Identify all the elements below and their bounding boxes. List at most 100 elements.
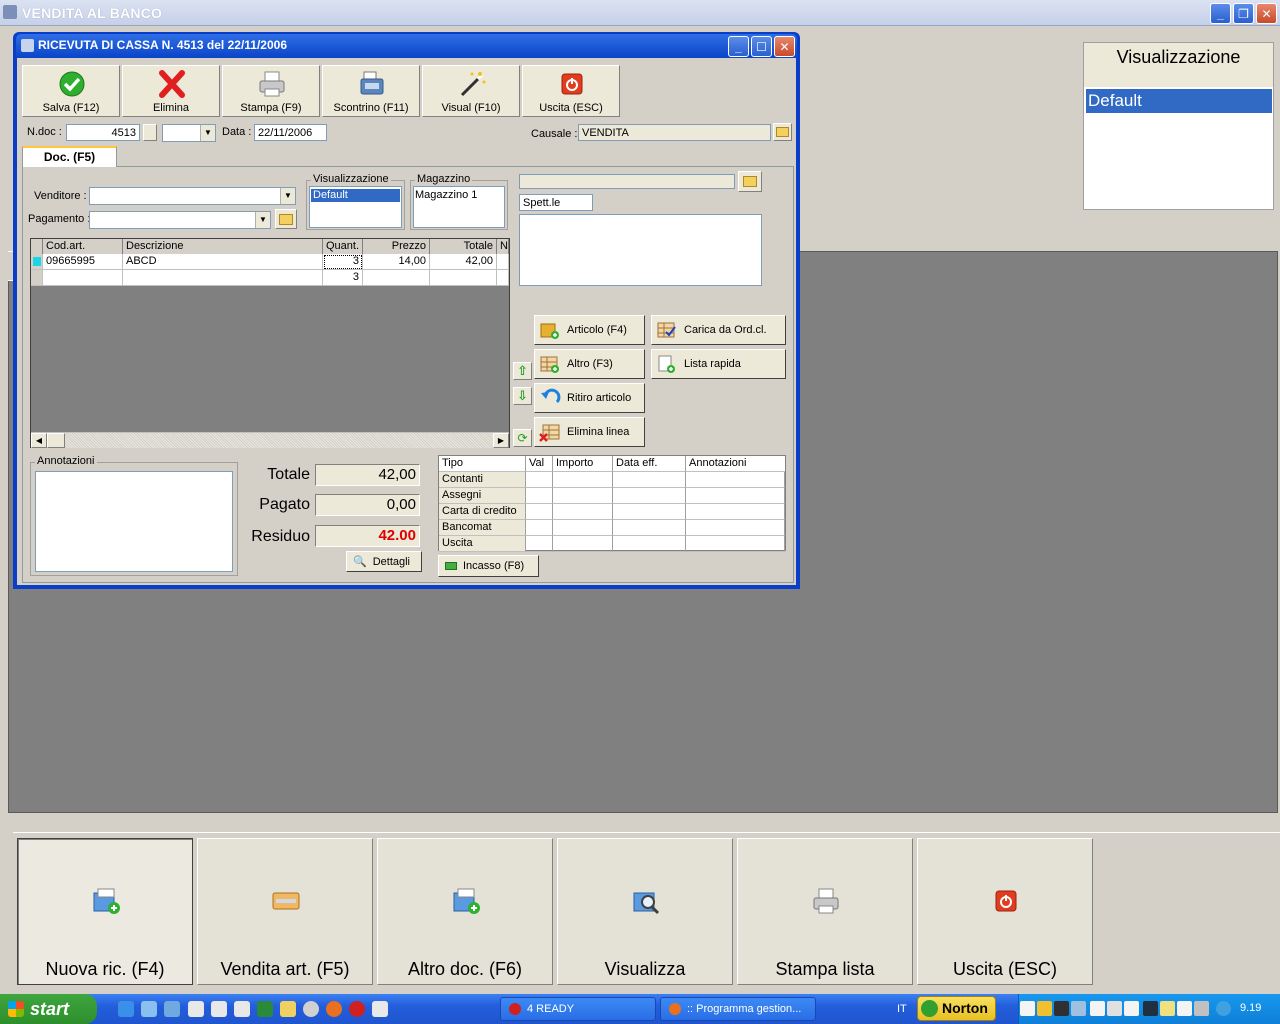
- pay-cell[interactable]: [686, 488, 785, 504]
- cell-qty[interactable]: 3: [323, 254, 363, 270]
- visualizzazione-default-item[interactable]: Default: [1086, 89, 1272, 113]
- pay-cell[interactable]: [613, 520, 686, 536]
- tray-icon[interactable]: [1071, 1001, 1086, 1016]
- tray-icon[interactable]: [1090, 1001, 1105, 1016]
- pay-cell[interactable]: [553, 504, 613, 520]
- firefox-icon[interactable]: [326, 1001, 342, 1017]
- pay-cell[interactable]: [526, 520, 553, 536]
- grid-header-extra[interactable]: N: [497, 239, 509, 255]
- pay-cell[interactable]: [526, 536, 553, 552]
- scroll-left-icon[interactable]: ◀: [31, 433, 47, 448]
- norton-button[interactable]: Norton: [917, 996, 996, 1021]
- causale-folder-button[interactable]: [773, 123, 792, 141]
- pay-cell[interactable]: [553, 472, 613, 488]
- cell-descr[interactable]: [123, 270, 323, 286]
- ndoc-suffix-button[interactable]: [143, 124, 157, 141]
- excel-icon[interactable]: [257, 1001, 273, 1017]
- visualizzazione-list-item[interactable]: Default: [311, 189, 400, 202]
- cell-extra[interactable]: [497, 270, 509, 286]
- carica-ordcl-button[interactable]: Carica da Ord.cl.: [651, 315, 786, 345]
- visualizza-button[interactable]: Visualizza: [557, 838, 733, 985]
- visual-button[interactable]: Visual (F10): [422, 65, 520, 117]
- grid-header-qty[interactable]: Quant.: [323, 239, 363, 255]
- explorer-icon[interactable]: [164, 1001, 180, 1017]
- pay-cell[interactable]: [686, 536, 785, 552]
- dialog-close-icon[interactable]: ✕: [774, 36, 795, 57]
- cell-total[interactable]: 42,00: [430, 254, 497, 270]
- elimina-button[interactable]: Elimina: [122, 65, 220, 117]
- articolo-button[interactable]: Articolo (F4): [534, 315, 645, 345]
- pay-cell[interactable]: [686, 504, 785, 520]
- pay-cell[interactable]: [553, 536, 613, 552]
- grid-horizontal-scrollbar[interactable]: ◀ ▶: [31, 432, 509, 448]
- cell-cod[interactable]: [43, 270, 123, 286]
- dettagli-button[interactable]: 🔍 Dettagli: [346, 551, 422, 572]
- grid-header-cod[interactable]: Cod.art.: [43, 239, 123, 255]
- stampa-lista-button[interactable]: Stampa lista: [737, 838, 913, 985]
- start-button[interactable]: start: [0, 994, 97, 1024]
- grid-header-total[interactable]: Totale: [430, 239, 497, 255]
- cell-extra[interactable]: [497, 254, 509, 270]
- cell-price[interactable]: [363, 270, 430, 286]
- pay-cell[interactable]: [613, 536, 686, 552]
- data-field[interactable]: 22/11/2006: [254, 124, 327, 141]
- ie-icon[interactable]: [118, 1001, 134, 1017]
- altro-doc-button[interactable]: Altro doc. (F6): [377, 838, 553, 985]
- magazzino-list-item[interactable]: Magazzino 1: [415, 189, 477, 201]
- annotazioni-textarea[interactable]: [35, 471, 233, 572]
- customer-address-area[interactable]: [519, 214, 762, 286]
- cell-price[interactable]: 14,00: [363, 254, 430, 270]
- dialog-maximize-icon[interactable]: ☐: [751, 36, 772, 57]
- tray-icon[interactable]: [1054, 1001, 1069, 1016]
- pagamento-combo[interactable]: ▼: [89, 211, 271, 229]
- cell-cod[interactable]: 09665995: [43, 254, 123, 270]
- scroll-thumb[interactable]: [47, 433, 65, 448]
- altro-button[interactable]: Altro (F3): [534, 349, 645, 379]
- salva-button[interactable]: Salva (F12): [22, 65, 120, 117]
- vendita-art-button[interactable]: Vendita art. (F5): [197, 838, 373, 985]
- scontrino-button[interactable]: Scontrino (F11): [322, 65, 420, 117]
- elimina-linea-button[interactable]: Elimina linea: [534, 417, 645, 447]
- customer-prefix-field[interactable]: Spett.le: [519, 194, 593, 211]
- lista-rapida-button[interactable]: Lista rapida: [651, 349, 786, 379]
- ndoc-field[interactable]: 4513: [66, 124, 140, 141]
- nuova-ric-button[interactable]: Nuova ric. (F4): [17, 838, 193, 985]
- customer-folder-button[interactable]: [738, 171, 762, 192]
- tray-icon[interactable]: [1124, 1001, 1139, 1016]
- restore-icon[interactable]: ❐: [1233, 3, 1254, 24]
- customer-search-field[interactable]: [519, 174, 735, 189]
- move-row-down-button[interactable]: ⇩: [513, 387, 532, 405]
- uscita-esc-button[interactable]: Uscita (ESC): [917, 838, 1093, 985]
- cell-descr[interactable]: ABCD: [123, 254, 323, 270]
- tray-icon[interactable]: [1020, 1001, 1035, 1016]
- quicklaunch-doc-icon[interactable]: [211, 1001, 227, 1017]
- tray-icon[interactable]: [1194, 1001, 1209, 1016]
- scroll-right-icon[interactable]: ▶: [493, 433, 509, 448]
- folder-icon[interactable]: [280, 1001, 296, 1017]
- cell-total[interactable]: [430, 270, 497, 286]
- tray-icon[interactable]: [1216, 1001, 1231, 1016]
- quicklaunch-doc-icon[interactable]: [188, 1001, 204, 1017]
- pay-cell[interactable]: [526, 488, 553, 504]
- pay-cell[interactable]: [613, 472, 686, 488]
- stampa-button[interactable]: Stampa (F9): [222, 65, 320, 117]
- cell-qty[interactable]: 3: [323, 270, 363, 286]
- tray-icon[interactable]: [1037, 1001, 1052, 1016]
- media-icon[interactable]: [303, 1001, 319, 1017]
- pay-cell[interactable]: [686, 472, 785, 488]
- tab-doc[interactable]: Doc. (F5): [22, 146, 117, 167]
- move-row-up-button[interactable]: ⇧: [513, 362, 532, 380]
- pagamento-folder-button[interactable]: [275, 209, 297, 229]
- taskbar-item-programma[interactable]: :: Programma gestion...: [660, 997, 816, 1021]
- uscita-button[interactable]: Uscita (ESC): [522, 65, 620, 117]
- pay-cell[interactable]: [526, 472, 553, 488]
- pay-cell[interactable]: [613, 504, 686, 520]
- close-icon[interactable]: ✕: [1256, 3, 1277, 24]
- ritiro-articolo-button[interactable]: Ritiro articolo: [534, 383, 645, 413]
- tray-icon[interactable]: [1143, 1001, 1158, 1016]
- quicklaunch-doc-icon[interactable]: [234, 1001, 250, 1017]
- pay-cell[interactable]: [613, 488, 686, 504]
- minimize-icon[interactable]: _: [1210, 3, 1231, 24]
- tray-icon[interactable]: [1107, 1001, 1122, 1016]
- grid-header-price[interactable]: Prezzo: [363, 239, 430, 255]
